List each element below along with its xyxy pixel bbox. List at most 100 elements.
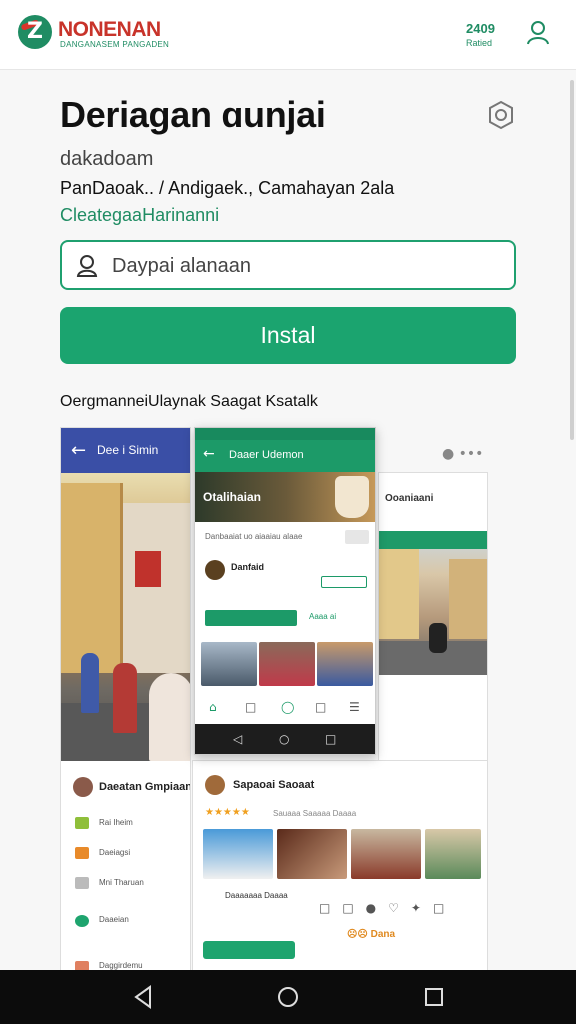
post-photo xyxy=(351,829,421,879)
post-button xyxy=(203,941,295,959)
list-item-label: Rai Iheim xyxy=(99,818,133,827)
seller-tag xyxy=(321,576,367,588)
person-figure xyxy=(149,673,190,761)
building-left xyxy=(61,483,123,673)
category-link[interactable]: CleategaaHarinanni xyxy=(60,205,219,226)
hero-subtext: Danbaaiat uo aiaaiau alaae xyxy=(205,532,303,541)
post-photo xyxy=(277,829,347,879)
scrollbar[interactable] xyxy=(570,80,574,440)
rating-text: Sauaaa Saaaaa Daaaa xyxy=(273,809,357,818)
cta-button xyxy=(205,610,297,626)
filter-chip xyxy=(345,530,369,544)
back-nav-icon[interactable] xyxy=(130,984,158,1010)
list-item: Rai Iheim xyxy=(61,809,190,839)
app-store-page: Z NONENAN DANGANASEM PANGADEN 2409 Ratie… xyxy=(0,0,576,1024)
list-item-icon xyxy=(75,817,89,829)
seller-name: Danfaid xyxy=(231,562,265,572)
screenshot-4[interactable]: Sapaoai Saoaat ★★★★★ Sauaaa Saaaaa Daaaa… xyxy=(192,760,488,972)
home-nav-icon[interactable] xyxy=(274,984,302,1010)
settings-icon[interactable] xyxy=(486,100,516,130)
app-meta: PanDaoak.. / Andigaek., Camahayan 2ala xyxy=(60,178,395,198)
list-item: Mni Tharuan xyxy=(61,869,190,899)
recents-nav-icon[interactable] xyxy=(420,984,448,1010)
red-banner xyxy=(135,551,161,587)
list-header-title: Daeatan Gmpiaan xyxy=(99,781,191,793)
cta-secondary: Aaaa ai xyxy=(309,612,337,621)
motorbike xyxy=(429,623,447,653)
list-item-label: Daeiagsi xyxy=(99,848,131,857)
street-photo xyxy=(379,531,487,675)
screenshot-2-title: Daaer Udemon xyxy=(229,449,304,461)
list-item-label: Daggirdemu xyxy=(99,961,143,970)
menu-tab-icon: ☰ xyxy=(349,700,360,714)
phone-system-nav: ◁ ○ □ xyxy=(195,724,375,754)
info-tab-icon: □ xyxy=(315,700,327,714)
status-bar xyxy=(195,428,375,440)
brand-tagline: DANGANASEM PANGADEN xyxy=(60,40,170,49)
list-item-icon xyxy=(75,915,89,927)
app-title: Deriagan ɑunjai xyxy=(60,94,326,135)
search-field[interactable]: Daypai alanaan xyxy=(60,240,516,290)
bottom-tab-bar: ⌂ □ ◯ □ ☰ xyxy=(195,694,375,722)
screenshot-1-appbar: ← Dee i Simin xyxy=(61,428,190,473)
back-arrow-icon: ← xyxy=(71,440,87,461)
list-item-icon xyxy=(75,847,89,859)
green-header xyxy=(379,531,487,549)
screenshot-2-appbar: ← Daaer Udemon xyxy=(195,440,375,472)
header-count-label: Ratied xyxy=(466,38,493,48)
avatar xyxy=(73,777,93,797)
app-subtitle: dakadoam xyxy=(60,148,154,170)
bag-tab-icon: □ xyxy=(245,700,257,714)
screenshot-1-list: Daeatan Gmpiaan Rai Iheim Daeiagsi Mni T… xyxy=(61,761,191,971)
post-reactions: ☹☹ Dana xyxy=(347,929,396,940)
list-item: Daggirdemu xyxy=(61,945,190,971)
drink-cup xyxy=(335,476,369,518)
home-tab-icon: ⌂ xyxy=(209,700,217,714)
list-header: Daeatan Gmpiaan xyxy=(61,761,191,809)
post-photo xyxy=(425,829,481,879)
hero-title: Otalihaian xyxy=(203,490,262,504)
person-figure xyxy=(81,653,99,713)
user-icon[interactable] xyxy=(526,20,550,46)
system-navigation-bar xyxy=(0,970,576,1024)
screenshots-heading: OergmanneiUlaynak Saagat Ksatalk xyxy=(60,393,318,410)
more-options-icon[interactable]: ● ••• xyxy=(442,446,483,462)
grid-photo xyxy=(317,642,373,686)
brand-logo-icon[interactable]: Z xyxy=(18,15,52,49)
top-header: Z NONENAN DANGANASEM PANGADEN 2409 Ratie… xyxy=(0,0,576,70)
rating-stars: ★★★★★ xyxy=(205,807,250,818)
screenshot-2[interactable]: ← Daaer Udemon Otalihaian Danbaaiat uo a… xyxy=(194,427,376,755)
home-nav-icon: ○ xyxy=(279,732,290,746)
recents-nav-icon: □ xyxy=(325,732,337,746)
back-arrow-icon: ← xyxy=(203,446,215,462)
screenshot-1-title: Dee i Simin xyxy=(97,443,159,457)
list-item: Daaeian xyxy=(61,899,190,945)
post-caption: Daaaaaaa Daaaa xyxy=(225,891,288,900)
list-item: Daeiagsi xyxy=(61,839,190,869)
screenshot-3-title: Ooaniaani xyxy=(385,493,434,504)
avatar xyxy=(205,775,225,795)
list-item-icon xyxy=(75,877,89,889)
grid-photo xyxy=(259,642,315,686)
street-photo xyxy=(61,473,190,761)
logo-letter: Z xyxy=(27,19,43,44)
back-nav-icon: ◁ xyxy=(233,732,243,746)
install-button[interactable]: Instal xyxy=(60,307,516,364)
brand-name[interactable]: NONENAN xyxy=(58,18,161,42)
header-count: 2409 xyxy=(466,21,495,36)
building xyxy=(379,549,419,639)
grid-photo xyxy=(201,642,257,686)
screenshot-1[interactable]: ← Dee i Simin Daeatan Gmpiaan Rai Iheim xyxy=(60,427,191,972)
avatar xyxy=(205,560,225,580)
post-user-name: Sapaoai Saoaat xyxy=(233,779,315,791)
search-placeholder: Daypai alanaan xyxy=(112,255,251,277)
post-photo xyxy=(203,829,273,879)
list-item-label: Daaeian xyxy=(99,915,129,924)
chat-tab-icon: ◯ xyxy=(281,700,295,714)
person-figure xyxy=(113,663,137,733)
list-item-label: Mni Tharuan xyxy=(99,878,144,887)
user-search-icon xyxy=(76,255,98,277)
hero-banner: Otalihaian xyxy=(195,472,375,522)
building-right xyxy=(123,503,190,673)
post-action-icons: □□●♡✦□ xyxy=(319,901,457,915)
